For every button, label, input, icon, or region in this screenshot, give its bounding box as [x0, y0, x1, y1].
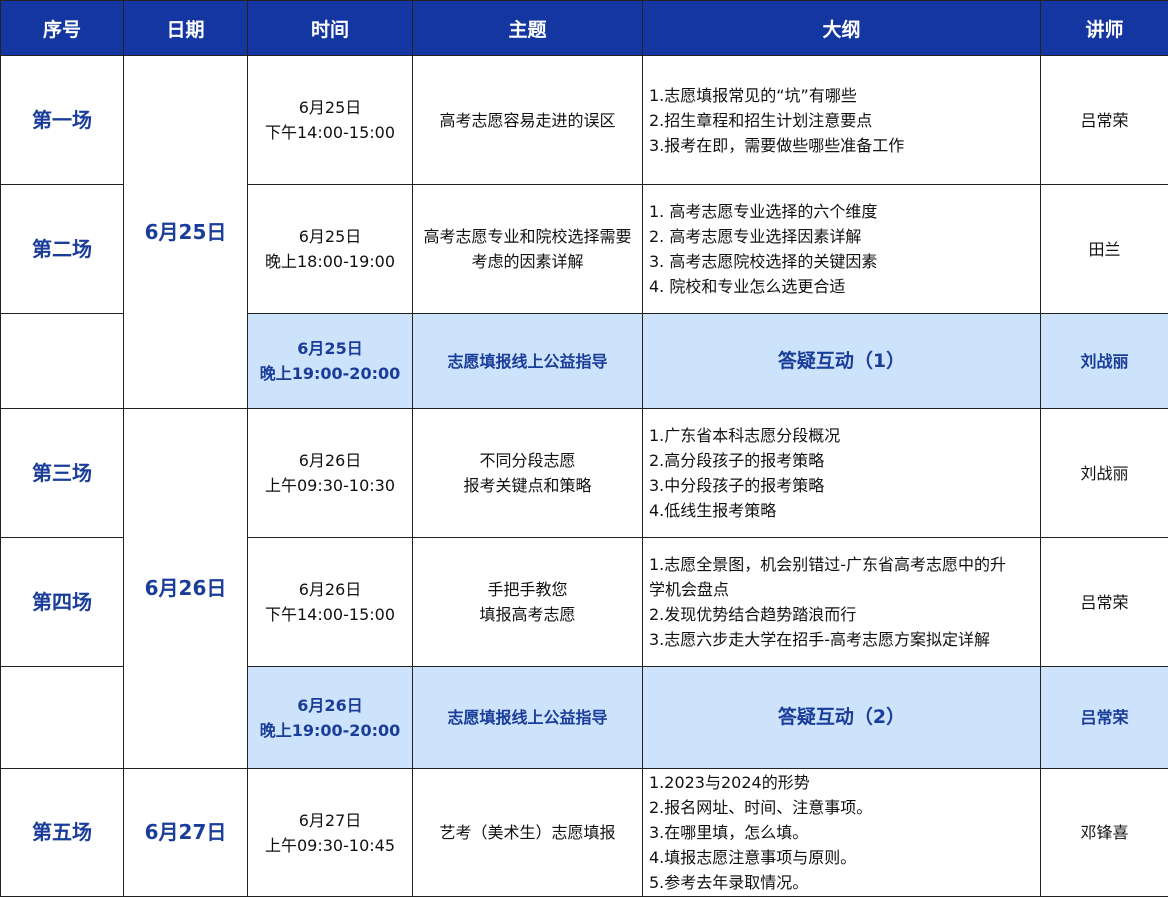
session-seq: 第三场 [0, 408, 124, 538]
time-cell: 6月25日 下午14:00-15:00 [247, 55, 413, 185]
outline-line: 4. 院校和专业怎么选更合适 [649, 277, 846, 296]
outline-line: 3.报考在即，需要做些哪些准备工作 [649, 135, 905, 155]
topic-line: 报考关键点和策略 [463, 476, 592, 495]
outline-line: 3.在哪里填，怎么填。 [649, 823, 809, 842]
outline-line: 1.志愿全景图，机会别错过-广东省高考志愿中的升 [649, 555, 1007, 574]
time-date: 6月26日 [298, 451, 362, 470]
topic-line: 考虑的因素详解 [471, 252, 584, 271]
outline-line: 3. 高考志愿院校选择的关键因素 [649, 252, 878, 271]
topic-line: 手把手教您 [487, 580, 568, 599]
outline-line: 2.招生章程和招生计划注意要点 [649, 110, 873, 130]
topic-line: 艺考（美术生）志愿填报 [439, 823, 616, 842]
outline-line: 4.低线生报考策略 [649, 501, 777, 520]
table-row: 第五场 6月27日 6月27日 上午09:30-10:45 艺考（美术生）志愿填… [0, 768, 1168, 897]
date-cell: 6月27日 [123, 768, 248, 897]
time-range: 下午14:00-15:00 [265, 123, 395, 142]
time-date: 6月25日 [298, 98, 362, 117]
time-cell: 6月26日 晚上19:00-20:00 [247, 666, 413, 769]
outline-line: 5.参考去年录取情况。 [649, 873, 809, 892]
header-topic: 主题 [412, 0, 643, 56]
time-date: 6月25日 [298, 227, 362, 246]
outline-cell: 答疑互动（2） [642, 666, 1041, 769]
topic-cell: 志愿填报线上公益指导 [412, 666, 643, 769]
session-seq [0, 313, 124, 409]
time-date: 6月26日 [298, 580, 362, 599]
topic-cell: 手把手教您 填报高考志愿 [412, 537, 643, 667]
outline-line: 2.报名网址、时间、注意事项。 [649, 798, 873, 817]
outline-line: 2.高分段孩子的报考策略 [649, 451, 825, 470]
time-range: 晚上18:00-19:00 [265, 252, 395, 271]
session-seq: 第二场 [0, 184, 124, 314]
table-row: 第一场 6月25日 6月25日 下午14:00-15:00 高考志愿容易走进的误… [0, 55, 1168, 409]
lecturer-cell: 吕常荣 [1040, 666, 1168, 769]
topic-line: 高考志愿专业和院校选择需要 [423, 227, 632, 246]
topic-line: 不同分段志愿 [479, 451, 576, 470]
outline-line: 1.志愿填报常见的“坑”有哪些 [649, 85, 857, 105]
lecturer-cell: 田兰 [1040, 184, 1168, 314]
outline-line: 学机会盘点 [649, 580, 730, 599]
header-date: 日期 [123, 0, 248, 56]
outline-cell: 1.志愿填报常见的“坑”有哪些 2.招生章程和招生计划注意要点 3.报考在即，需… [642, 55, 1041, 185]
outline-cell: 1.2023与2024的形势 2.报名网址、时间、注意事项。 3.在哪里填，怎么… [642, 768, 1041, 897]
time-date: 6月26日 [297, 695, 363, 715]
topic-cell: 志愿填报线上公益指导 [412, 313, 643, 409]
outline-cell: 1.广东省本科志愿分段概况 2.高分段孩子的报考策略 3.中分段孩子的报考策略 … [642, 408, 1041, 538]
outline-line: 2. 高考志愿专业选择因素详解 [649, 227, 862, 246]
time-cell: 6月25日 晚上18:00-19:00 [247, 184, 413, 314]
outline-cell: 1.志愿全景图，机会别错过-广东省高考志愿中的升 学机会盘点 2.发现优势结合趋… [642, 537, 1041, 667]
lecturer-cell: 刘战丽 [1040, 408, 1168, 538]
lecturer-cell: 吕常荣 [1040, 537, 1168, 667]
header-row: 序号 日期 时间 主题 大纲 讲师 [0, 0, 1168, 56]
outline-line: 4.填报志愿注意事项与原则。 [649, 848, 857, 867]
time-date: 6月25日 [297, 339, 363, 358]
session-seq: 第五场 [0, 768, 124, 897]
topic-line: 填报高考志愿 [479, 605, 576, 624]
time-range: 下午14:00-15:00 [265, 605, 395, 624]
lecturer-cell: 吕常荣 [1040, 55, 1168, 185]
outline-cell: 答疑互动（1） [642, 313, 1041, 409]
session-seq: 第四场 [0, 537, 124, 667]
header-seq: 序号 [0, 0, 124, 56]
header-outline: 大纲 [642, 0, 1041, 56]
time-range: 上午09:30-10:30 [265, 476, 395, 495]
table-row: 第三场 6月26日 6月26日 上午09:30-10:30 不同分段志愿 报考关… [0, 408, 1168, 769]
time-date: 6月27日 [298, 810, 362, 830]
header-lecturer: 讲师 [1040, 0, 1168, 56]
topic-cell: 高考志愿容易走进的误区 [412, 55, 643, 185]
outline-line: 3.中分段孩子的报考策略 [649, 476, 825, 495]
time-cell: 6月26日 上午09:30-10:30 [247, 408, 413, 538]
topic-cell: 高考志愿专业和院校选择需要 考虑的因素详解 [412, 184, 643, 314]
topic-cell: 不同分段志愿 报考关键点和策略 [412, 408, 643, 538]
time-cell: 6月26日 下午14:00-15:00 [247, 537, 413, 667]
outline-line: 3.志愿六步走大学在招手-高考志愿方案拟定详解 [649, 630, 991, 649]
header-time: 时间 [247, 0, 413, 56]
lecturer-cell: 刘战丽 [1040, 313, 1168, 409]
time-range: 上午09:30-10:45 [265, 835, 395, 855]
outline-line: 1. 高考志愿专业选择的六个维度 [649, 202, 878, 221]
session-seq [0, 666, 124, 769]
date-cell: 6月26日 [123, 408, 248, 769]
session-seq: 第一场 [0, 55, 124, 185]
outline-cell: 1. 高考志愿专业选择的六个维度 2. 高考志愿专业选择因素详解 3. 高考志愿… [642, 184, 1041, 314]
time-cell: 6月25日 晚上19:00-20:00 [247, 313, 413, 409]
time-range: 晚上19:00-20:00 [259, 720, 401, 740]
lecturer-cell: 邓锋喜 [1040, 768, 1168, 897]
schedule-table: 序号 日期 时间 主题 大纲 讲师 第一场 6月25日 6月25日 下午14:0… [0, 0, 1168, 897]
outline-line: 1.2023与2024的形势 [649, 773, 810, 792]
outline-line: 1.广东省本科志愿分段概况 [649, 426, 841, 445]
date-cell: 6月25日 [123, 55, 248, 409]
time-cell: 6月27日 上午09:30-10:45 [247, 768, 413, 897]
outline-line: 2.发现优势结合趋势踏浪而行 [649, 605, 857, 624]
topic-line: 高考志愿容易走进的误区 [439, 110, 616, 130]
time-range: 晚上19:00-20:00 [259, 364, 401, 383]
topic-cell: 艺考（美术生）志愿填报 [412, 768, 643, 897]
